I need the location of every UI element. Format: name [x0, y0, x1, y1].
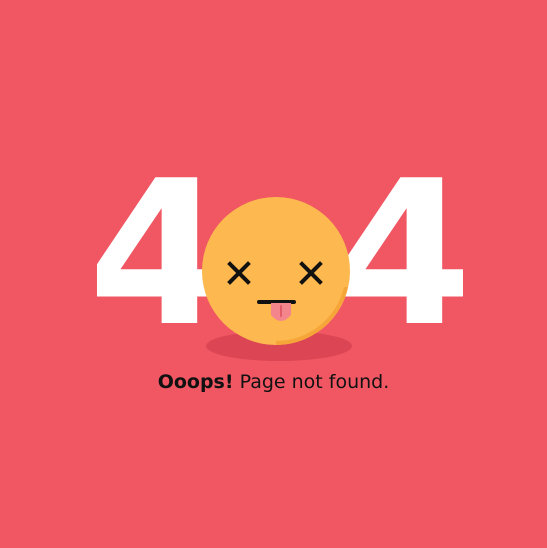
ooops-text: Ooops! — [157, 371, 234, 393]
not-found-page: 4 4 Ooops! Page not found. — [0, 0, 547, 548]
error-digit-right: 4 — [333, 138, 473, 371]
not-found-message: Ooops! Page not found. — [0, 368, 547, 396]
page-not-found-text: Page not found. — [239, 371, 390, 393]
dizzy-face-icon — [200, 195, 352, 347]
